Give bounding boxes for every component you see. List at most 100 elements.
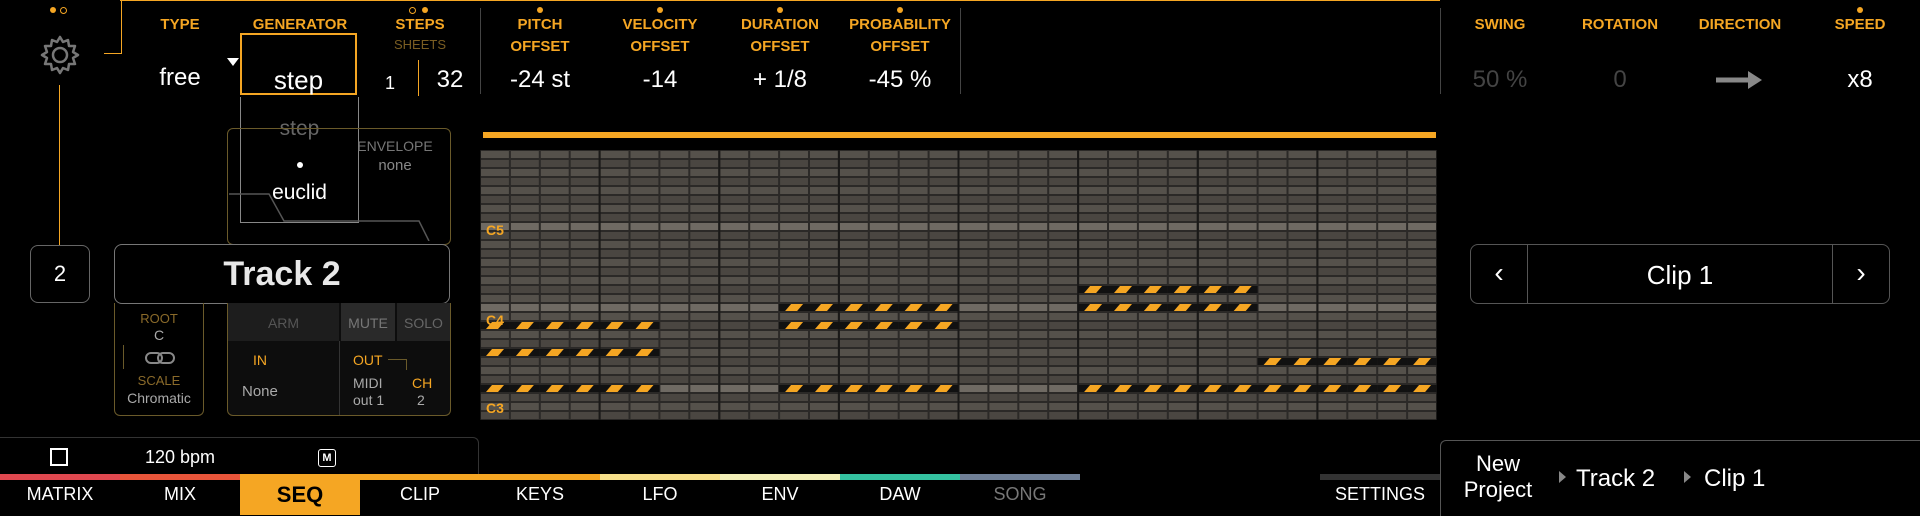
grid-cell[interactable]	[989, 151, 1018, 158]
grid-cell[interactable]	[989, 250, 1018, 257]
track-name-box[interactable]: Track 2	[114, 244, 450, 304]
grid-cell[interactable]	[810, 403, 838, 410]
clip-prev-button[interactable]: ‹	[1471, 245, 1528, 303]
grid-cell[interactable]	[869, 331, 898, 338]
grid-cell[interactable]	[660, 250, 689, 257]
grid-cell[interactable]	[1049, 214, 1078, 221]
grid-cell[interactable]	[1408, 160, 1436, 167]
grid-cell[interactable]	[510, 250, 539, 257]
grid-cell[interactable]	[570, 160, 599, 167]
grid-cell[interactable]	[540, 196, 569, 203]
grid-cell[interactable]	[1408, 286, 1436, 293]
grid-cell[interactable]	[869, 358, 898, 365]
grid-cell[interactable]	[929, 241, 958, 248]
grid-cell[interactable]	[989, 367, 1018, 374]
grid-cell[interactable]	[1019, 268, 1048, 275]
grid-cell[interactable]	[1258, 250, 1287, 257]
grid-cell[interactable]	[810, 367, 838, 374]
grid-cell[interactable]	[929, 412, 958, 419]
grid-cell[interactable]	[1198, 277, 1227, 284]
grid-cell[interactable]	[660, 358, 689, 365]
grid-cell[interactable]	[570, 403, 599, 410]
grid-cell[interactable]	[1198, 160, 1227, 167]
grid-cell[interactable]	[899, 412, 928, 419]
grid-cell[interactable]	[600, 223, 629, 230]
grid-cell[interactable]	[1168, 232, 1197, 239]
grid-cell[interactable]	[660, 295, 689, 302]
grid-cell[interactable]	[1408, 376, 1436, 383]
grid-cell[interactable]	[989, 205, 1018, 212]
grid-cell[interactable]	[1228, 322, 1257, 329]
grid-cell[interactable]	[750, 331, 779, 338]
grid-cell[interactable]	[1288, 232, 1317, 239]
grid-cell[interactable]	[1049, 349, 1078, 356]
grid-cell[interactable]	[1109, 178, 1137, 185]
grid-cell[interactable]	[899, 223, 928, 230]
grid-cell[interactable]	[630, 169, 659, 176]
grid-cell[interactable]	[780, 367, 808, 374]
grid-cell[interactable]	[1138, 277, 1167, 284]
grid-cell[interactable]	[540, 394, 569, 401]
grid-cell[interactable]	[959, 349, 988, 356]
grid-cell[interactable]	[1109, 349, 1137, 356]
grid-cell[interactable]	[1348, 394, 1377, 401]
grid-cell[interactable]	[720, 349, 749, 356]
grid-cell[interactable]	[1348, 160, 1377, 167]
grid-cell[interactable]	[869, 403, 898, 410]
grid-cell[interactable]	[839, 268, 868, 275]
grid-cell[interactable]	[1228, 403, 1257, 410]
grid-cell[interactable]	[1049, 322, 1078, 329]
grid-cell[interactable]	[1138, 295, 1167, 302]
grid-cell[interactable]	[1318, 169, 1347, 176]
grid-cell[interactable]	[1138, 259, 1167, 266]
grid-cell[interactable]	[481, 268, 509, 275]
grid-cell[interactable]	[1109, 412, 1137, 419]
grid-cell[interactable]	[1378, 160, 1407, 167]
grid-cell[interactable]	[690, 313, 719, 320]
grid-cell[interactable]	[780, 340, 808, 347]
grid-cell[interactable]	[780, 205, 808, 212]
grid-cell[interactable]	[1019, 322, 1048, 329]
grid-cell[interactable]	[630, 205, 659, 212]
grid-cell[interactable]	[1258, 241, 1287, 248]
grid-cell[interactable]	[750, 376, 779, 383]
grid-cell[interactable]	[750, 178, 779, 185]
grid-cell[interactable]	[1378, 187, 1407, 194]
grid-cell[interactable]	[1408, 169, 1436, 176]
grid-cell[interactable]	[750, 403, 779, 410]
grid-cell[interactable]	[869, 160, 898, 167]
grid-cell[interactable]	[510, 268, 539, 275]
grid-cell[interactable]	[1258, 205, 1287, 212]
grid-cell[interactable]	[869, 187, 898, 194]
grid-cell[interactable]	[720, 196, 749, 203]
grid-cell[interactable]	[481, 376, 509, 383]
grid-cell[interactable]	[1168, 205, 1197, 212]
grid-cell[interactable]	[720, 412, 749, 419]
grid-cell[interactable]	[600, 214, 629, 221]
grid-cell[interactable]	[929, 160, 958, 167]
grid-cell[interactable]	[1408, 304, 1436, 311]
grid-cell[interactable]	[780, 214, 808, 221]
grid-cell[interactable]	[1198, 358, 1227, 365]
grid-cell[interactable]	[989, 160, 1018, 167]
grid-cell[interactable]	[899, 403, 928, 410]
grid-cell[interactable]	[839, 223, 868, 230]
grid-cell[interactable]	[1198, 349, 1227, 356]
grid-cell[interactable]	[1019, 187, 1048, 194]
grid-cell[interactable]	[1079, 169, 1107, 176]
grid-cell[interactable]	[1168, 403, 1197, 410]
grid-cell[interactable]	[1348, 187, 1377, 194]
grid-cell[interactable]	[720, 250, 749, 257]
grid-cell[interactable]	[720, 385, 749, 392]
grid-cell[interactable]	[989, 394, 1018, 401]
pitch-offset-value[interactable]: -24 st	[480, 66, 600, 94]
grid-cell[interactable]	[869, 286, 898, 293]
grid-cell[interactable]	[1288, 178, 1317, 185]
grid-cell[interactable]	[510, 367, 539, 374]
grid-cell[interactable]	[630, 268, 659, 275]
grid-cell[interactable]	[1019, 241, 1048, 248]
grid-cell[interactable]	[570, 250, 599, 257]
grid-cell[interactable]	[810, 412, 838, 419]
grid-cell[interactable]	[660, 385, 689, 392]
grid-cell[interactable]	[869, 268, 898, 275]
